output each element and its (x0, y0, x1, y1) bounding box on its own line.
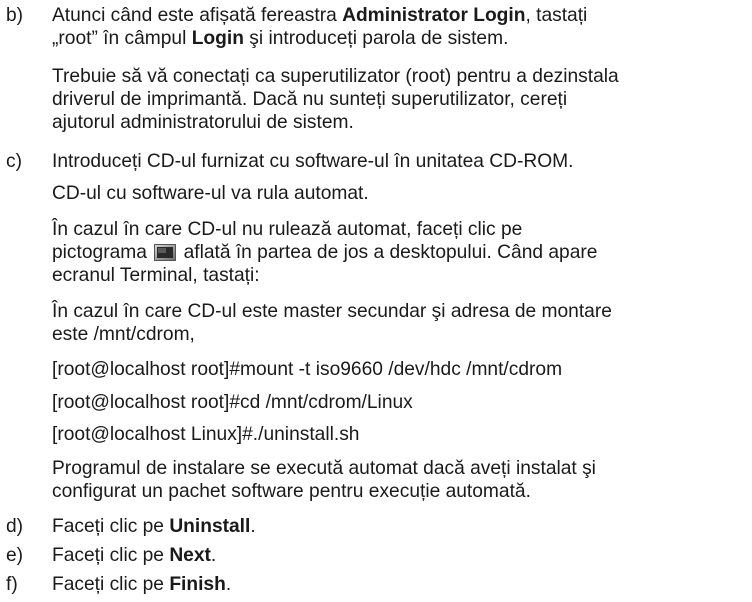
step-c-manual-line-1: În cazul în care CD-ul nu rulează automa… (52, 219, 523, 240)
finish-button-label: Finish (169, 574, 226, 595)
document-page: b) Atunci când este afișată fereastra Ad… (0, 0, 752, 602)
step-b-line-2: „root” în câmpul Login şi introduceți pa… (52, 28, 509, 49)
step-b-note-line-2: driverul de imprimantă. Dacă nu sunteți … (52, 89, 568, 110)
step-f-marker: f) (6, 574, 18, 595)
step-d-text: Faceți clic pe Uninstall. (52, 516, 256, 537)
step-c-outro-line-1: Programul de instalare se execută automa… (52, 458, 596, 479)
step-c-intro: Introduceți CD-ul furnizat cu software-u… (52, 151, 574, 172)
next-button-label: Next (169, 545, 211, 566)
command-cd: [root@localhost root]#cd /mnt/cdrom/Linu… (52, 392, 413, 413)
step-b-note-line-3: ajutorul administratorului de sistem. (52, 112, 354, 133)
command-mount: [root@localhost root]#mount -t iso9660 /… (52, 359, 563, 380)
step-c-marker: c) (6, 151, 22, 172)
step-c-manual-line-3: ecranul Terminal, tastați: (52, 265, 260, 286)
step-c-manual-line-2: pictograma aflată în partea de jos a des… (52, 242, 598, 263)
login-field-label: Login (191, 28, 244, 49)
step-e-marker: e) (6, 545, 24, 566)
step-c-autorun: CD-ul cu software-ul va rula automat. (52, 183, 369, 204)
step-f-text: Faceți clic pe Finish. (52, 574, 232, 595)
step-c-mount-line-1: În cazul în care CD-ul este master secun… (52, 301, 612, 322)
step-e-text: Faceți clic pe Next. (52, 545, 217, 566)
command-uninstall: [root@localhost Linux]#./uninstall.sh (52, 424, 360, 445)
uninstall-button-label: Uninstall (169, 516, 251, 537)
terminal-icon (154, 244, 177, 261)
step-d-marker: d) (6, 516, 24, 537)
administrator-login-label: Administrator Login (342, 5, 526, 26)
step-b-marker: b) (6, 5, 24, 26)
step-c-outro-line-2: configurat un pachet software pentru exe… (52, 481, 531, 502)
step-b-line-1: Atunci când este afișată fereastra Admin… (52, 5, 588, 26)
step-b-note-line-1: Trebuie să vă conectați ca superutilizat… (52, 66, 619, 87)
step-c-mount-line-2: este /mnt/cdrom, (52, 324, 195, 345)
